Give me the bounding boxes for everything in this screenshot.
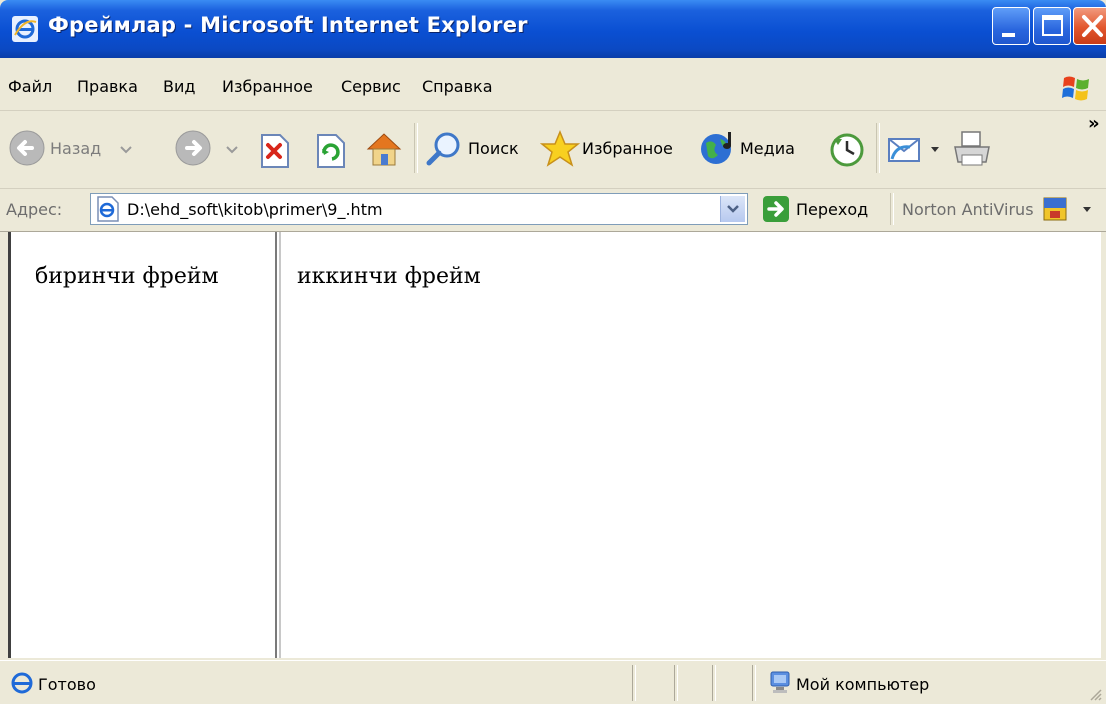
back-button[interactable]: Назад <box>6 125 156 173</box>
window-title: Фреймлар - Microsoft Internet Explorer <box>48 13 528 37</box>
page-content: биринчи фрейм иккинчи фрейм <box>8 232 1101 658</box>
chevron-down-icon <box>931 147 939 152</box>
menu-favorites[interactable]: Избранное <box>222 77 313 96</box>
chevron-down-icon <box>727 205 739 213</box>
print-icon[interactable] <box>952 129 992 169</box>
menu-tools[interactable]: Сервис <box>341 77 401 96</box>
norton-icon[interactable] <box>1042 196 1068 222</box>
menu-file[interactable]: Файл <box>8 77 52 96</box>
stop-icon[interactable] <box>256 133 292 169</box>
chevron-down-icon[interactable] <box>1082 205 1092 215</box>
star-icon <box>540 130 580 167</box>
toolbar-separator <box>876 123 880 173</box>
computer-icon <box>770 671 790 693</box>
status-text: Готово <box>38 675 96 694</box>
ie-logo-icon <box>12 16 38 42</box>
go-button[interactable]: Переход <box>796 200 868 219</box>
minimize-icon <box>1002 33 1015 37</box>
menu-edit[interactable]: Правка <box>77 77 138 96</box>
menu-help[interactable]: Справка <box>422 77 493 96</box>
right-frame[interactable]: иккинчи фрейм <box>281 232 1101 658</box>
back-label: Назад <box>50 139 102 158</box>
favorites-button[interactable]: Избранное <box>540 125 686 173</box>
refresh-icon[interactable] <box>312 133 348 169</box>
media-button[interactable]: Медиа <box>698 125 816 173</box>
media-globe-icon <box>701 132 731 164</box>
go-arrow-icon[interactable] <box>762 195 790 223</box>
close-button[interactable] <box>1073 7 1106 45</box>
left-frame[interactable]: биринчи фрейм <box>11 232 275 658</box>
left-frame-text: биринчи фрейм <box>35 264 219 289</box>
status-separator <box>674 665 678 701</box>
title-bar[interactable]: Фреймлар - Microsoft Internet Explorer <box>0 0 1106 58</box>
maximize-button[interactable] <box>1033 7 1071 45</box>
page-icon <box>97 196 119 222</box>
address-value: D:\ehd_soft\kitob\primer\9_.htm <box>127 200 383 219</box>
status-zone: Мой компьютер <box>796 675 930 694</box>
address-input[interactable]: D:\ehd_soft\kitob\primer\9_.htm <box>90 193 748 225</box>
maximize-icon <box>1042 15 1063 36</box>
norton-antivirus-label[interactable]: Norton AntiVirus <box>902 200 1034 219</box>
mail-button[interactable] <box>886 125 942 173</box>
windows-logo-icon <box>1062 76 1089 101</box>
menu-bar: Файл Правка Вид Избранное Сервис Справка <box>0 64 1106 111</box>
menu-view[interactable]: Вид <box>163 77 195 96</box>
address-dropdown-button[interactable] <box>720 196 745 222</box>
history-icon[interactable] <box>828 131 866 169</box>
media-label: Медиа <box>740 139 795 158</box>
address-bar: Адрес: D:\ehd_soft\kitob\primer\9_.htm П… <box>0 189 1106 232</box>
ie-window: Фреймлар - Microsoft Internet Explorer Ф… <box>0 0 1106 704</box>
status-separator <box>752 665 756 701</box>
mail-icon <box>888 138 920 162</box>
resize-grip-icon[interactable] <box>1088 687 1102 701</box>
status-separator <box>632 665 636 701</box>
address-label: Адрес: <box>6 200 63 219</box>
chevron-down-icon <box>226 146 238 154</box>
back-arrow-icon <box>9 130 45 166</box>
chevron-down-icon <box>120 146 132 154</box>
close-icon <box>1082 15 1103 37</box>
toolbar-overflow-chevron[interactable]: » <box>1088 113 1100 134</box>
home-icon[interactable] <box>364 129 404 169</box>
minimize-button[interactable] <box>992 7 1030 45</box>
forward-arrow-icon <box>175 130 211 166</box>
search-button[interactable]: Поиск <box>424 125 528 173</box>
status-separator <box>712 665 716 701</box>
search-label: Поиск <box>468 139 519 158</box>
search-icon <box>426 132 460 166</box>
standard-toolbar: Назад Поиск Избранное Медиа » <box>0 111 1106 189</box>
forward-button[interactable] <box>170 125 248 173</box>
status-bar: Готово Мой компьютер <box>0 660 1106 704</box>
favorites-label: Избранное <box>582 139 673 158</box>
ie-page-icon <box>11 672 33 694</box>
toolbar-separator <box>890 193 894 225</box>
right-frame-text: иккинчи фрейм <box>297 264 481 289</box>
toolbar-separator <box>414 123 418 173</box>
